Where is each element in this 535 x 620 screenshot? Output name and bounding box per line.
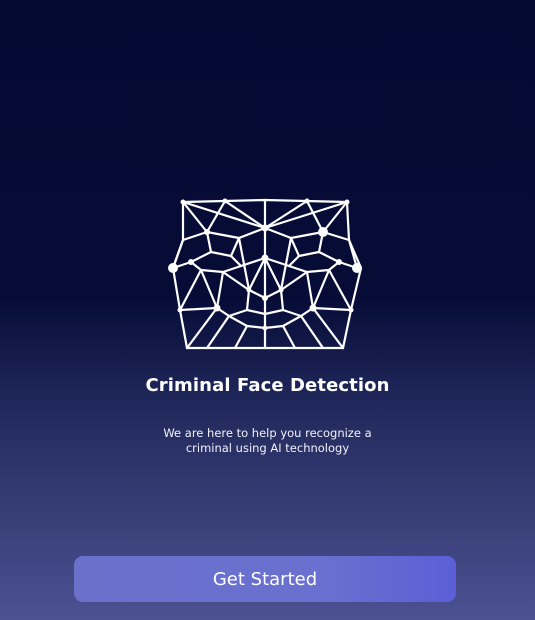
app-subtitle: We are here to help you recognize a crim… [163, 426, 372, 455]
get-started-button[interactable]: Get Started [74, 556, 456, 602]
onboarding-screen: Criminal Face Detection We are here to h… [0, 0, 535, 620]
app-title: Criminal Face Detection [145, 375, 390, 396]
face-mesh-icon [168, 198, 363, 350]
